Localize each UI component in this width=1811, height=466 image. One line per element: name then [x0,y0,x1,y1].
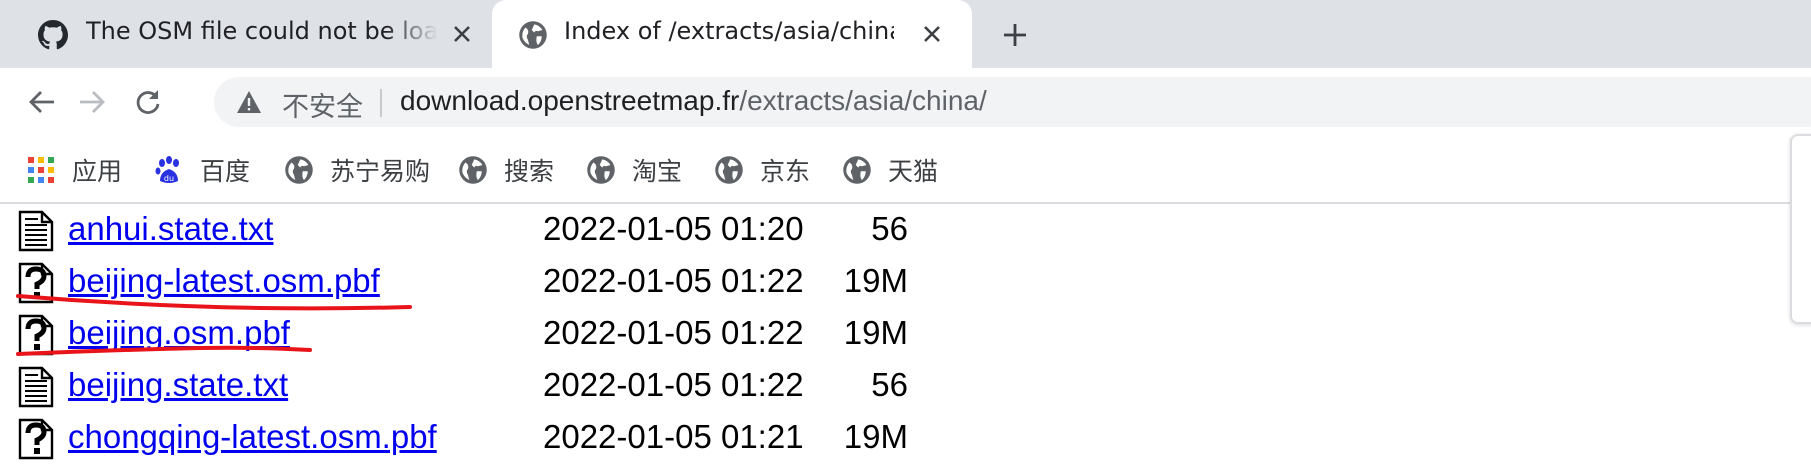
unknown-file-icon [18,262,54,304]
file-size: 19M [843,314,908,351]
address-bar[interactable]: 不安全 download.openstreetmap.fr/extracts/a… [214,77,1811,127]
bookmarks-bar: 应用 du 百度 苏宁易购 搜索 淘宝 京东 天猫 [0,136,1811,204]
svg-text:du: du [164,174,174,183]
globe-icon [715,156,743,184]
side-panel-edge[interactable] [1790,134,1811,324]
tab-title: The OSM file could not be loaded [86,17,438,45]
tab-title: Index of /extracts/asia/china [564,17,894,45]
bookmark-search[interactable]: 搜索 [458,152,554,188]
close-tab-icon[interactable] [448,20,476,48]
url-host: download.openstreetmap.fr [400,85,740,116]
plus-icon [1004,24,1026,46]
listing-row: beijing.osm.pbf 2022-01-05 01:22 19M [0,310,1000,362]
url-text[interactable]: download.openstreetmap.fr/extracts/asia/… [400,85,987,117]
unknown-file-icon [18,314,54,356]
tab-github-issue[interactable]: The OSM file could not be loaded [0,0,490,68]
listing-row: beijing-latest.osm.pbf 2022-01-05 01:22 … [0,258,1000,310]
file-link[interactable]: beijing.osm.pbf [68,314,290,352]
bookmark-tmall[interactable]: 天猫 [842,152,938,188]
file-link[interactable]: beijing-latest.osm.pbf [68,262,380,300]
reload-icon [136,90,160,114]
github-icon [38,20,68,50]
file-date: 2022-01-05 01:22 [543,262,804,299]
globe-icon [285,156,313,184]
bookmark-label: 京东 [760,157,811,186]
file-date: 2022-01-05 01:22 [543,366,804,403]
file-size: 56 [871,210,908,247]
bookmark-taobao[interactable]: 淘宝 [586,152,682,188]
unknown-file-icon [18,418,54,460]
bookmark-suning[interactable]: 苏宁易购 [284,152,430,188]
security-label[interactable]: 不安全 [282,85,363,124]
reload-button[interactable] [128,82,168,122]
apps-grid-icon [28,157,54,183]
browser-toolbar: 不安全 download.openstreetmap.fr/extracts/a… [0,68,1811,136]
bookmark-label: 苏宁易购 [330,157,431,186]
globe-icon [519,21,547,49]
bookmark-baidu[interactable]: du 百度 [154,152,250,188]
bookmark-label: 百度 [200,157,251,186]
tab-strip: The OSM file could not be loaded Index o… [0,0,1811,68]
divider [380,89,382,117]
warning-icon [237,91,261,113]
file-size: 19M [843,262,908,299]
file-link[interactable]: beijing.state.txt [68,366,288,404]
file-link[interactable]: chongqing-latest.osm.pbf [68,418,437,456]
bookmark-label: 天猫 [888,157,939,186]
globe-icon [459,156,487,184]
tab-index-china[interactable]: Index of /extracts/asia/china [492,0,972,68]
bookmark-label: 淘宝 [632,157,683,186]
file-date: 2022-01-05 01:21 [543,418,804,455]
bookmark-label: 搜索 [504,157,555,186]
arrow-right-icon [80,91,105,113]
arrow-left-icon [29,91,54,113]
text-file-icon [18,210,54,252]
file-link[interactable]: anhui.state.txt [68,210,273,248]
bookmark-jd[interactable]: 京东 [714,152,810,188]
file-size: 19M [843,418,908,455]
listing-row: anhui.state.txt 2022-01-05 01:20 56 [0,206,1000,258]
text-file-icon [18,366,54,408]
file-size: 56 [871,366,908,403]
back-button[interactable] [22,82,62,122]
globe-icon [587,156,615,184]
new-tab-button[interactable] [998,18,1032,52]
bookmark-apps[interactable]: 应用 [26,152,122,188]
url-path: /extracts/asia/china/ [739,85,987,116]
listing-row: chongqing-latest.osm.pbf 2022-01-05 01:2… [0,414,1000,466]
close-tab-icon[interactable] [918,20,946,48]
listing-row: beijing.state.txt 2022-01-05 01:22 56 [0,362,1000,414]
globe-icon [843,156,871,184]
file-date: 2022-01-05 01:22 [543,314,804,351]
bookmark-label: 应用 [72,157,123,186]
baidu-paw-icon: du [155,156,179,183]
forward-button[interactable] [72,82,112,122]
file-date: 2022-01-05 01:20 [543,210,804,247]
